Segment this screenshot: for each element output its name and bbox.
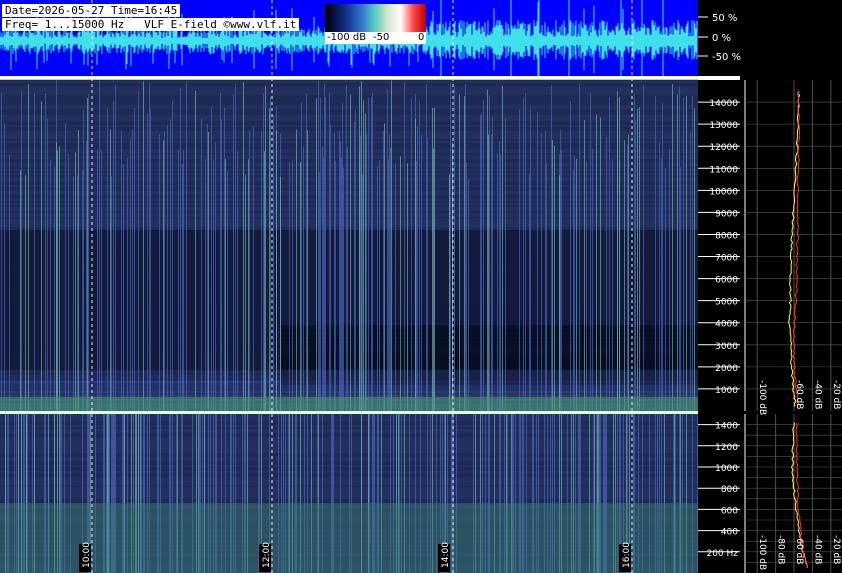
color-scale-min: -100 dB [327, 32, 367, 43]
spectrum-full-x-label: -40 dB [812, 380, 822, 409]
waveform-y-tick-label: 0 % [712, 33, 731, 44]
spectrum-full-x-label: -20 dB [831, 380, 841, 409]
waveform-y-tick-label: -50 % [712, 52, 741, 63]
freq-tick-label: 9000 [715, 209, 738, 219]
freq-tick-label: 7000 [715, 254, 738, 264]
color-scale: -100 dB -50 0 [325, 4, 426, 44]
panel-separator [0, 76, 740, 80]
low-freq-tick-label: 1400 [715, 422, 738, 432]
time-tick-label: 16:00 [622, 542, 632, 568]
freq-tick-label: 2000 [715, 364, 738, 374]
low-freq-tick-label: 600 [721, 506, 738, 516]
spectrum-low-x-label: -100 dB [757, 535, 767, 570]
low-freq-tick-label: 400 [721, 528, 738, 538]
spectrum-low-x-label: -40 dB [812, 535, 822, 564]
freq-tick-label: 4000 [715, 320, 738, 330]
color-scale-max: 0 [418, 32, 425, 43]
frequency-label: Freq= 1...15000 Hz VLF E-field ©www.vlf.… [2, 18, 300, 31]
spectrogram-low-low-noise [0, 503, 698, 573]
spectrum-low-x-label: -20 dB [831, 535, 841, 564]
low-freq-tick-label: 200 Hz [706, 549, 738, 559]
time-tick-label: 10:00 [82, 542, 92, 568]
spectrum-full-x-label: -60 dB [794, 380, 804, 409]
freq-tick-label: 6000 [715, 276, 738, 286]
chart-svg: 50 % 0 % -50 % 10:00 12:00 14:00 16:00 1000 2000… [0, 0, 842, 573]
date-time-label: Date=2026-05-27 Time=16:45 [2, 4, 181, 17]
low-freq-tick-label: 1000 [715, 464, 738, 474]
freq-tick-label: 5000 [715, 298, 738, 308]
time-tick-label: 14:00 [441, 542, 451, 568]
freq-tick-label: 11000 [709, 165, 738, 175]
vlf-monitor-display: 50 % 0 % -50 % 10:00 12:00 14:00 16:00 1000 2000… [0, 0, 842, 573]
spectrum-full-x-label: -100 dB [757, 380, 767, 415]
spectrum-low-x-label: -60 dB [794, 535, 804, 564]
low-freq-tick-label: 800 [721, 485, 738, 495]
waveform-y-tick-label: 50 % [712, 13, 737, 24]
spectrogram-full-low-noise [0, 397, 698, 411]
freq-tick-label: 3000 [715, 342, 738, 352]
freq-tick-label: 12000 [709, 143, 738, 153]
spectrum-low-x-label: -80 dB [776, 535, 786, 564]
freq-tick-label: 8000 [715, 231, 738, 241]
time-tick-label: 12:00 [262, 542, 272, 568]
color-scale-mid: -50 [373, 32, 390, 43]
freq-tick-label: 14000 [709, 99, 738, 109]
freq-tick-label: 1000 [715, 386, 738, 396]
freq-tick-label: 13000 [709, 121, 738, 131]
low-freq-tick-label: 1200 [715, 443, 738, 453]
spectrogram-full [0, 79, 698, 411]
spectrogram-baseline [0, 411, 698, 414]
freq-tick-label: 10000 [709, 187, 738, 197]
spectrogram-low [0, 414, 698, 573]
color-scale-bar [325, 4, 426, 32]
